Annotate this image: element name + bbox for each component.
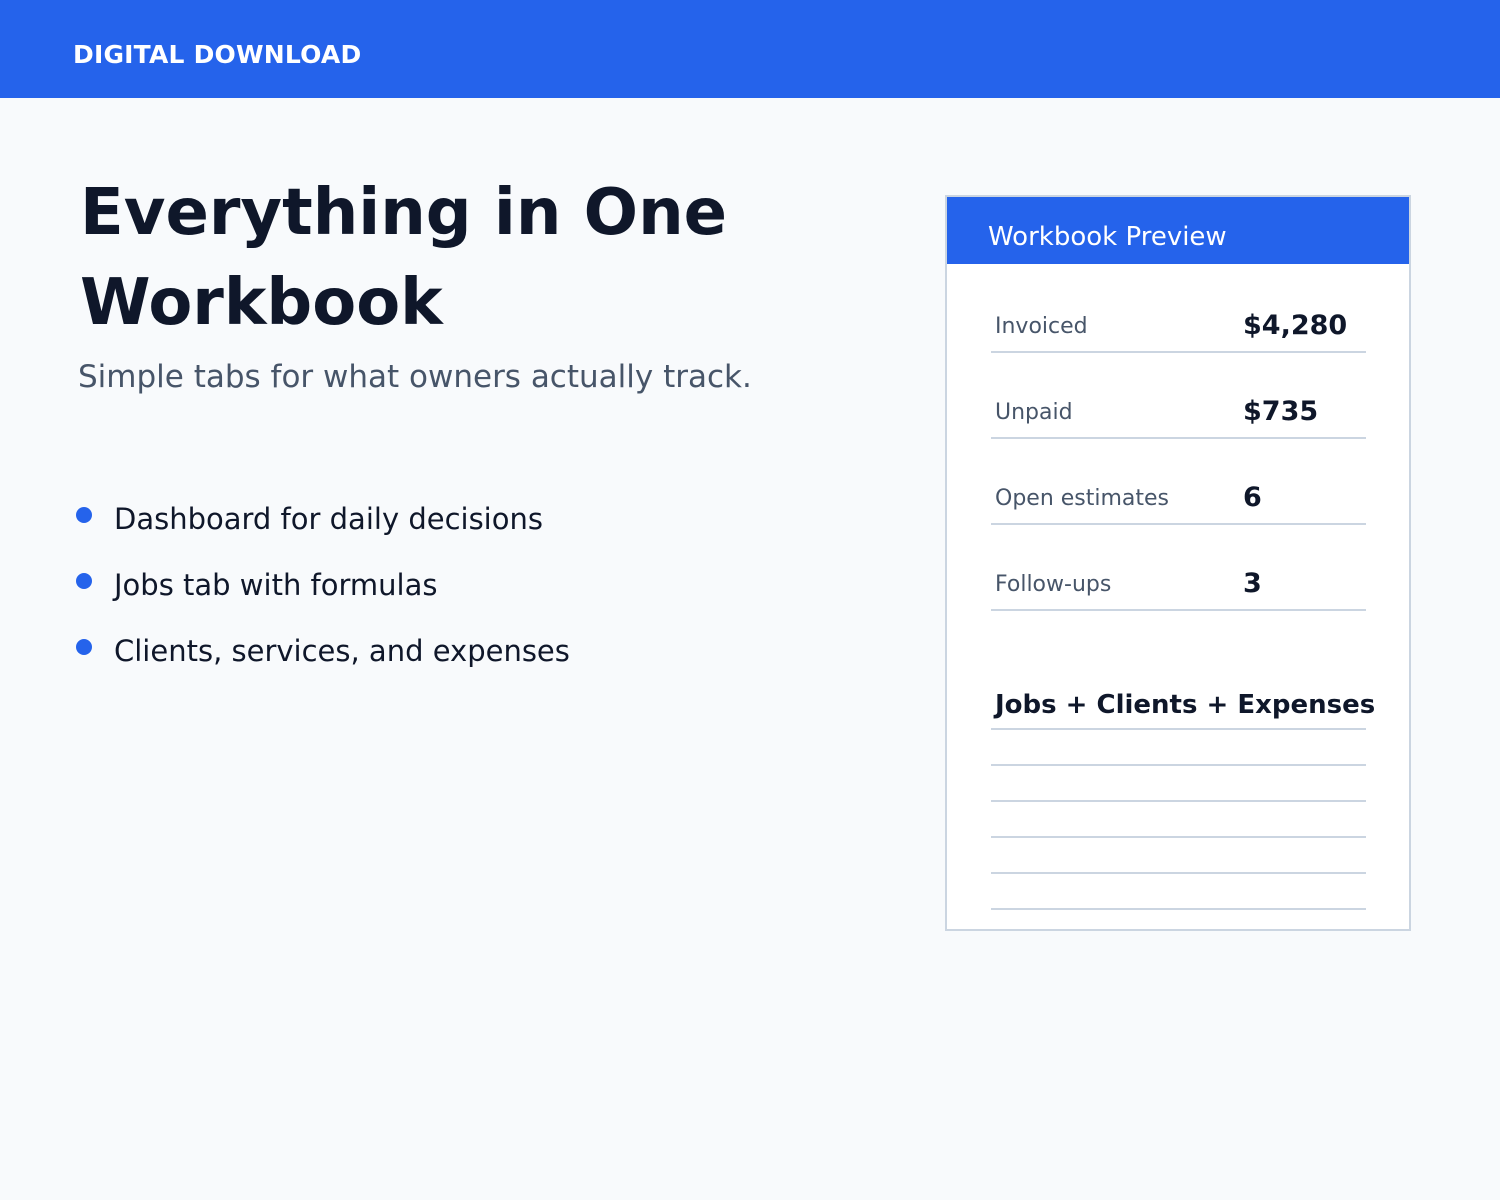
metric-row-follow-ups: Follow-ups 3 (991, 525, 1366, 611)
metric-label: Open estimates (995, 486, 1170, 511)
tabs-heading: Jobs + Clients + Expenses (991, 684, 1375, 730)
metric-value: $735 (1243, 396, 1319, 427)
metric-value: 6 (1243, 482, 1262, 513)
metric-value: $4,280 (1243, 310, 1348, 341)
page-title-line-1: Everything in One (80, 176, 728, 250)
page-subtitle: Simple tabs for what owners actually tra… (78, 359, 752, 395)
feature-label: Jobs tab with formulas (114, 568, 438, 602)
feature-item: Dashboard for daily decisions (75, 498, 570, 564)
tabs-heading-text: Jobs + Clients + Expenses (995, 690, 1376, 720)
bullet-dot-icon (76, 573, 92, 589)
metric-row-invoiced: Invoiced $4,280 (991, 267, 1366, 353)
feature-label: Dashboard for daily decisions (114, 502, 543, 536)
top-banner: DIGITAL DOWNLOAD (0, 0, 1500, 98)
metric-label: Unpaid (995, 400, 1073, 425)
preview-header: Workbook Preview (947, 197, 1409, 264)
metric-label: Follow-ups (995, 572, 1112, 597)
banner-label: DIGITAL DOWNLOAD (73, 40, 362, 69)
blank-row-divider (991, 836, 1366, 838)
bullet-dot-icon (76, 639, 92, 655)
feature-list: Dashboard for daily decisions Jobs tab w… (75, 498, 570, 696)
blank-row-divider (991, 872, 1366, 874)
metric-value: 3 (1243, 568, 1262, 599)
blank-row-divider (991, 908, 1366, 910)
bullet-dot-icon (76, 507, 92, 523)
page-title-line-2: Workbook (80, 266, 443, 340)
feature-item: Jobs tab with formulas (75, 564, 570, 630)
metric-row-unpaid: Unpaid $735 (991, 353, 1366, 439)
feature-label: Clients, services, and expenses (114, 634, 570, 668)
feature-item: Clients, services, and expenses (75, 630, 570, 696)
metric-row-open-estimates: Open estimates 6 (991, 439, 1366, 525)
blank-row-divider (991, 764, 1366, 766)
metric-label: Invoiced (995, 314, 1088, 339)
preview-title: Workbook Preview (988, 222, 1227, 252)
workbook-preview-card: Workbook Preview Invoiced $4,280 Unpaid … (945, 195, 1411, 931)
page-title: Everything in One Workbook (80, 168, 727, 348)
blank-row-divider (991, 800, 1366, 802)
